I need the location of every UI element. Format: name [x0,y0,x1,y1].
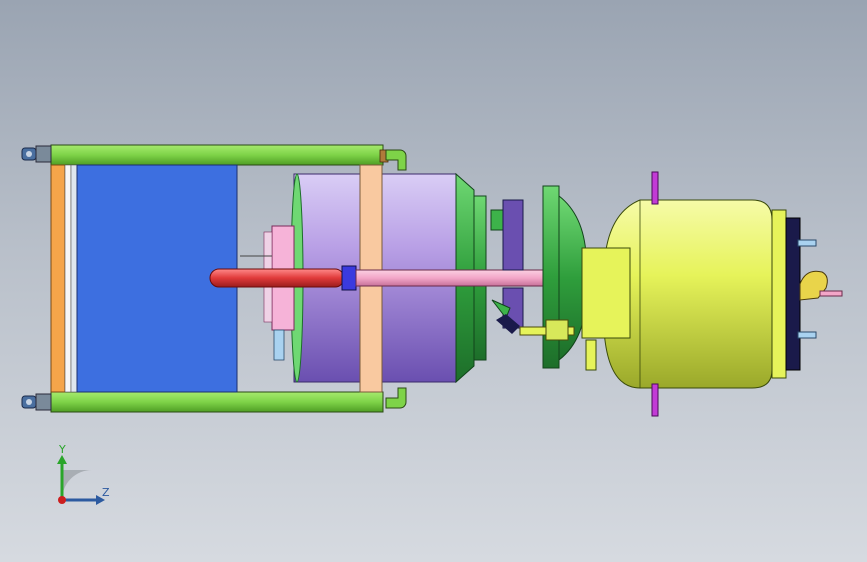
tank-bottom-pin[interactable] [651,383,659,417]
triad-z-label: Z [102,486,110,499]
frame-hook-bottom [385,387,407,409]
origin-dot [58,496,66,504]
tank-nozzle-2 [797,331,817,339]
tank-outlet-pipe [819,290,843,297]
triad-y-label: Y [59,443,66,456]
caster-top[interactable] [21,145,52,163]
frame-left-post-orange[interactable] [50,164,66,393]
tank-end-flange[interactable] [771,209,787,379]
main-pipe[interactable] [209,265,587,291]
tank-drain [585,339,597,371]
pipe-connector [341,265,357,291]
mid-bracket-assembly[interactable] [490,199,524,334]
tank-nozzle-1 [797,239,817,247]
frame-bottom-rail[interactable] [50,391,384,413]
sensor-box[interactable] [240,225,295,361]
tank-saddle[interactable] [581,247,631,339]
pipe-red-section[interactable] [209,268,345,288]
yellow-tank[interactable] [581,171,843,417]
coordinate-triad [57,455,105,505]
frame-left-post-stripe [70,164,78,393]
frame-top-rail[interactable] [50,144,384,166]
tank-top-pin[interactable] [651,171,659,205]
caster-bottom[interactable] [21,393,52,411]
cad-viewport[interactable]: Y Z [0,0,867,562]
frame-hook-top [385,149,407,171]
assembly-model[interactable] [0,0,867,562]
frame-left-post-white [64,164,72,393]
